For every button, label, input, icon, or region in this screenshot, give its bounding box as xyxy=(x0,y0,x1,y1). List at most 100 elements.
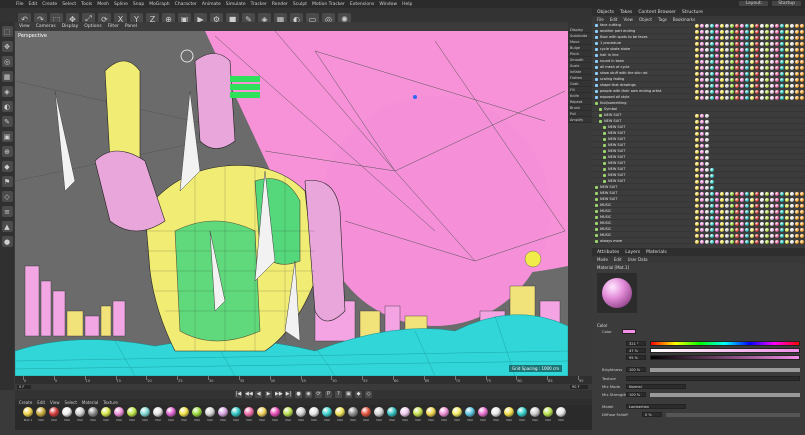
material-item[interactable]: Mat xyxy=(426,407,436,422)
material-tag-icon[interactable] xyxy=(760,89,764,94)
material-tag-icon[interactable] xyxy=(775,29,779,34)
material-tag-icon[interactable] xyxy=(730,203,734,208)
material-tag-icon[interactable] xyxy=(790,41,794,46)
material-tag-icon[interactable] xyxy=(770,221,774,226)
material-tag-icon[interactable] xyxy=(725,41,729,46)
material-tag-icon[interactable] xyxy=(710,185,714,190)
material-tag-icon[interactable] xyxy=(705,95,709,100)
menu-item-edit[interactable]: Edit xyxy=(29,2,38,7)
material-tag-icon[interactable] xyxy=(715,41,719,46)
material-tag-icon[interactable] xyxy=(700,203,704,208)
object-row[interactable]: Null/something xyxy=(592,101,805,106)
object-row[interactable]: NEW SUIT xyxy=(592,143,805,148)
material-tag-icon[interactable] xyxy=(750,233,754,238)
material-tag-icon[interactable] xyxy=(695,29,699,34)
material-tag-icon[interactable] xyxy=(715,53,719,58)
material-tag-icon[interactable] xyxy=(725,29,729,34)
material-tag-icon[interactable] xyxy=(770,41,774,46)
material-tag-icon[interactable] xyxy=(715,89,719,94)
material-tag-icon[interactable] xyxy=(740,95,744,100)
material-tag-icon[interactable] xyxy=(745,221,749,226)
material-tag-icon[interactable] xyxy=(740,71,744,76)
object-row[interactable]: face cutting xyxy=(592,23,805,28)
layout-value[interactable]: Startup xyxy=(772,1,801,6)
object-row[interactable]: people with their own ending artist xyxy=(592,89,805,94)
material-tag-icon[interactable] xyxy=(785,95,789,100)
material-tag-icon[interactable] xyxy=(695,149,699,154)
menu-item-render[interactable]: Render xyxy=(272,2,288,7)
material-tag-icon[interactable] xyxy=(715,221,719,226)
material-tag-icon[interactable] xyxy=(755,209,759,214)
material-tag-icon[interactable] xyxy=(715,203,719,208)
material-tag-icon[interactable] xyxy=(720,233,724,238)
material-tag-icon[interactable] xyxy=(695,131,699,136)
material-tag-icon[interactable] xyxy=(795,23,799,28)
material-tag-icon[interactable] xyxy=(715,29,719,34)
om-menu-tags[interactable]: Tags xyxy=(658,17,667,22)
material-tag-icon[interactable] xyxy=(740,77,744,82)
material-tag-icon[interactable] xyxy=(735,221,739,226)
object-row[interactable]: NEW SUIT xyxy=(592,161,805,166)
material-tag-icon[interactable] xyxy=(695,173,699,178)
left-tool-9-icon[interactable]: ⊕ xyxy=(1,146,13,157)
material-tag-icon[interactable] xyxy=(800,59,804,64)
material-tag-icon[interactable] xyxy=(765,71,769,76)
material-item[interactable]: Mat xyxy=(439,407,449,422)
material-tag-icon[interactable] xyxy=(750,95,754,100)
material-item[interactable]: Mat xyxy=(88,407,98,422)
material-item[interactable]: Mat xyxy=(478,407,488,422)
transport-button-6[interactable]: ▶| xyxy=(285,391,292,398)
object-row[interactable]: always more xyxy=(592,239,805,244)
material-tag-icon[interactable] xyxy=(800,53,804,58)
material-tag-icon[interactable] xyxy=(780,197,784,202)
material-tag-icon[interactable] xyxy=(770,209,774,214)
left-tool-15-icon[interactable]: ● xyxy=(1,236,13,247)
material-tag-icon[interactable] xyxy=(740,47,744,52)
left-tool-7-icon[interactable]: ✎ xyxy=(1,116,13,127)
material-tag-icon[interactable] xyxy=(775,23,779,28)
material-tag-icon[interactable] xyxy=(735,29,739,34)
material-tag-icon[interactable] xyxy=(695,233,699,238)
material-tag-icon[interactable] xyxy=(775,215,779,220)
material-tag-icon[interactable] xyxy=(695,119,699,124)
material-tag-icon[interactable] xyxy=(735,53,739,58)
material-tag-icon[interactable] xyxy=(795,221,799,226)
material-tag-icon[interactable] xyxy=(780,203,784,208)
material-tag-icon[interactable] xyxy=(705,149,709,154)
material-tag-icon[interactable] xyxy=(695,77,699,82)
material-tag-icon[interactable] xyxy=(730,53,734,58)
material-tag-icon[interactable] xyxy=(705,197,709,202)
material-item[interactable]: Mat xyxy=(231,407,241,422)
material-tag-icon[interactable] xyxy=(760,59,764,64)
material-tag-icon[interactable] xyxy=(750,29,754,34)
material-tag-icon[interactable] xyxy=(725,89,729,94)
material-tag-icon[interactable] xyxy=(795,239,799,244)
material-tag-icon[interactable] xyxy=(750,71,754,76)
material-menu-edit[interactable]: Edit xyxy=(37,400,45,405)
material-tag-icon[interactable] xyxy=(700,161,704,166)
material-tag-icon[interactable] xyxy=(775,203,779,208)
material-tag-icon[interactable] xyxy=(730,233,734,238)
material-tag-icon[interactable] xyxy=(775,197,779,202)
material-item[interactable]: Mat.1 xyxy=(23,407,33,422)
menu-item-simulate[interactable]: Simulate xyxy=(226,2,246,7)
material-tag-icon[interactable] xyxy=(730,215,734,220)
am-tab-materials[interactable]: Materials xyxy=(646,250,667,255)
object-row[interactable]: NEW SUIT xyxy=(592,149,805,154)
material-tag-icon[interactable] xyxy=(765,59,769,64)
material-tag-icon[interactable] xyxy=(800,191,804,196)
diffuse-falloff-field[interactable]: 0 % xyxy=(642,412,662,417)
material-tag-icon[interactable] xyxy=(775,221,779,226)
material-tag-icon[interactable] xyxy=(745,59,749,64)
om-menu-file[interactable]: File xyxy=(597,17,604,22)
material-tag-icon[interactable] xyxy=(770,203,774,208)
transport-button-8[interactable]: ◉ xyxy=(305,391,312,398)
material-item[interactable]: Mat xyxy=(348,407,358,422)
material-tag-icon[interactable] xyxy=(790,203,794,208)
material-item[interactable]: Mat xyxy=(387,407,397,422)
material-tag-icon[interactable] xyxy=(755,23,759,28)
material-tag-icon[interactable] xyxy=(730,29,734,34)
material-tag-icon[interactable] xyxy=(765,191,769,196)
menu-item-select[interactable]: Select xyxy=(62,2,76,7)
material-tag-icon[interactable] xyxy=(735,215,739,220)
